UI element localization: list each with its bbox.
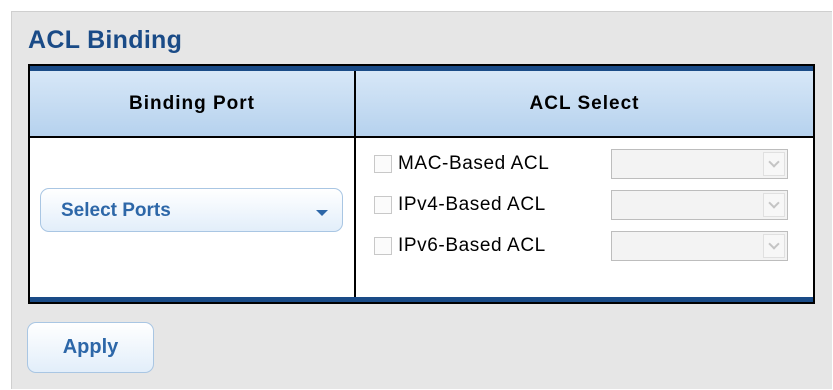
- acl-binding-table: Binding Port ACL Select Select Ports MAC…: [28, 64, 815, 304]
- header-acl-select: ACL Select: [529, 92, 640, 114]
- select-ports-dropdown[interactable]: Select Ports: [40, 188, 343, 232]
- ipv4-acl-checkbox[interactable]: [374, 196, 392, 214]
- ipv4-acl-select-button[interactable]: [763, 193, 785, 217]
- ipv6-acl-select-button[interactable]: [763, 234, 785, 258]
- table-row: Select Ports MAC-Based ACL IPv4-Based AC…: [30, 138, 813, 297]
- table-header-row: Binding Port ACL Select: [30, 71, 813, 138]
- chevron-down-icon: [768, 156, 780, 168]
- page-title: ACL Binding: [28, 26, 183, 54]
- acl-row-mac: MAC-Based ACL: [374, 149, 804, 183]
- binding-port-cell: Select Ports: [30, 138, 356, 297]
- acl-binding-panel: ACL Binding Binding Port ACL Select Sele…: [11, 11, 832, 389]
- acl-select-cell: MAC-Based ACL IPv4-Based ACL IPv6-Based …: [356, 138, 813, 297]
- chevron-down-icon: [316, 210, 328, 216]
- ipv4-acl-select[interactable]: [611, 190, 788, 220]
- ipv6-acl-select[interactable]: [611, 231, 788, 261]
- mac-acl-select[interactable]: [611, 149, 788, 179]
- mac-acl-checkbox[interactable]: [374, 155, 392, 173]
- header-binding-port: Binding Port: [30, 71, 356, 136]
- table-bottom-bar: [30, 297, 813, 302]
- chevron-down-icon: [768, 238, 780, 250]
- ipv4-acl-label: IPv4-Based ACL: [398, 194, 546, 215]
- acl-row-ipv6: IPv6-Based ACL: [374, 231, 804, 265]
- select-ports-label: Select Ports: [61, 200, 171, 221]
- mac-acl-select-button[interactable]: [763, 152, 785, 176]
- apply-button[interactable]: Apply: [27, 322, 154, 373]
- ipv6-acl-label: IPv6-Based ACL: [398, 235, 546, 256]
- ipv6-acl-checkbox[interactable]: [374, 237, 392, 255]
- mac-acl-label: MAC-Based ACL: [398, 153, 550, 174]
- chevron-down-icon: [768, 197, 780, 209]
- acl-row-ipv4: IPv4-Based ACL: [374, 190, 804, 224]
